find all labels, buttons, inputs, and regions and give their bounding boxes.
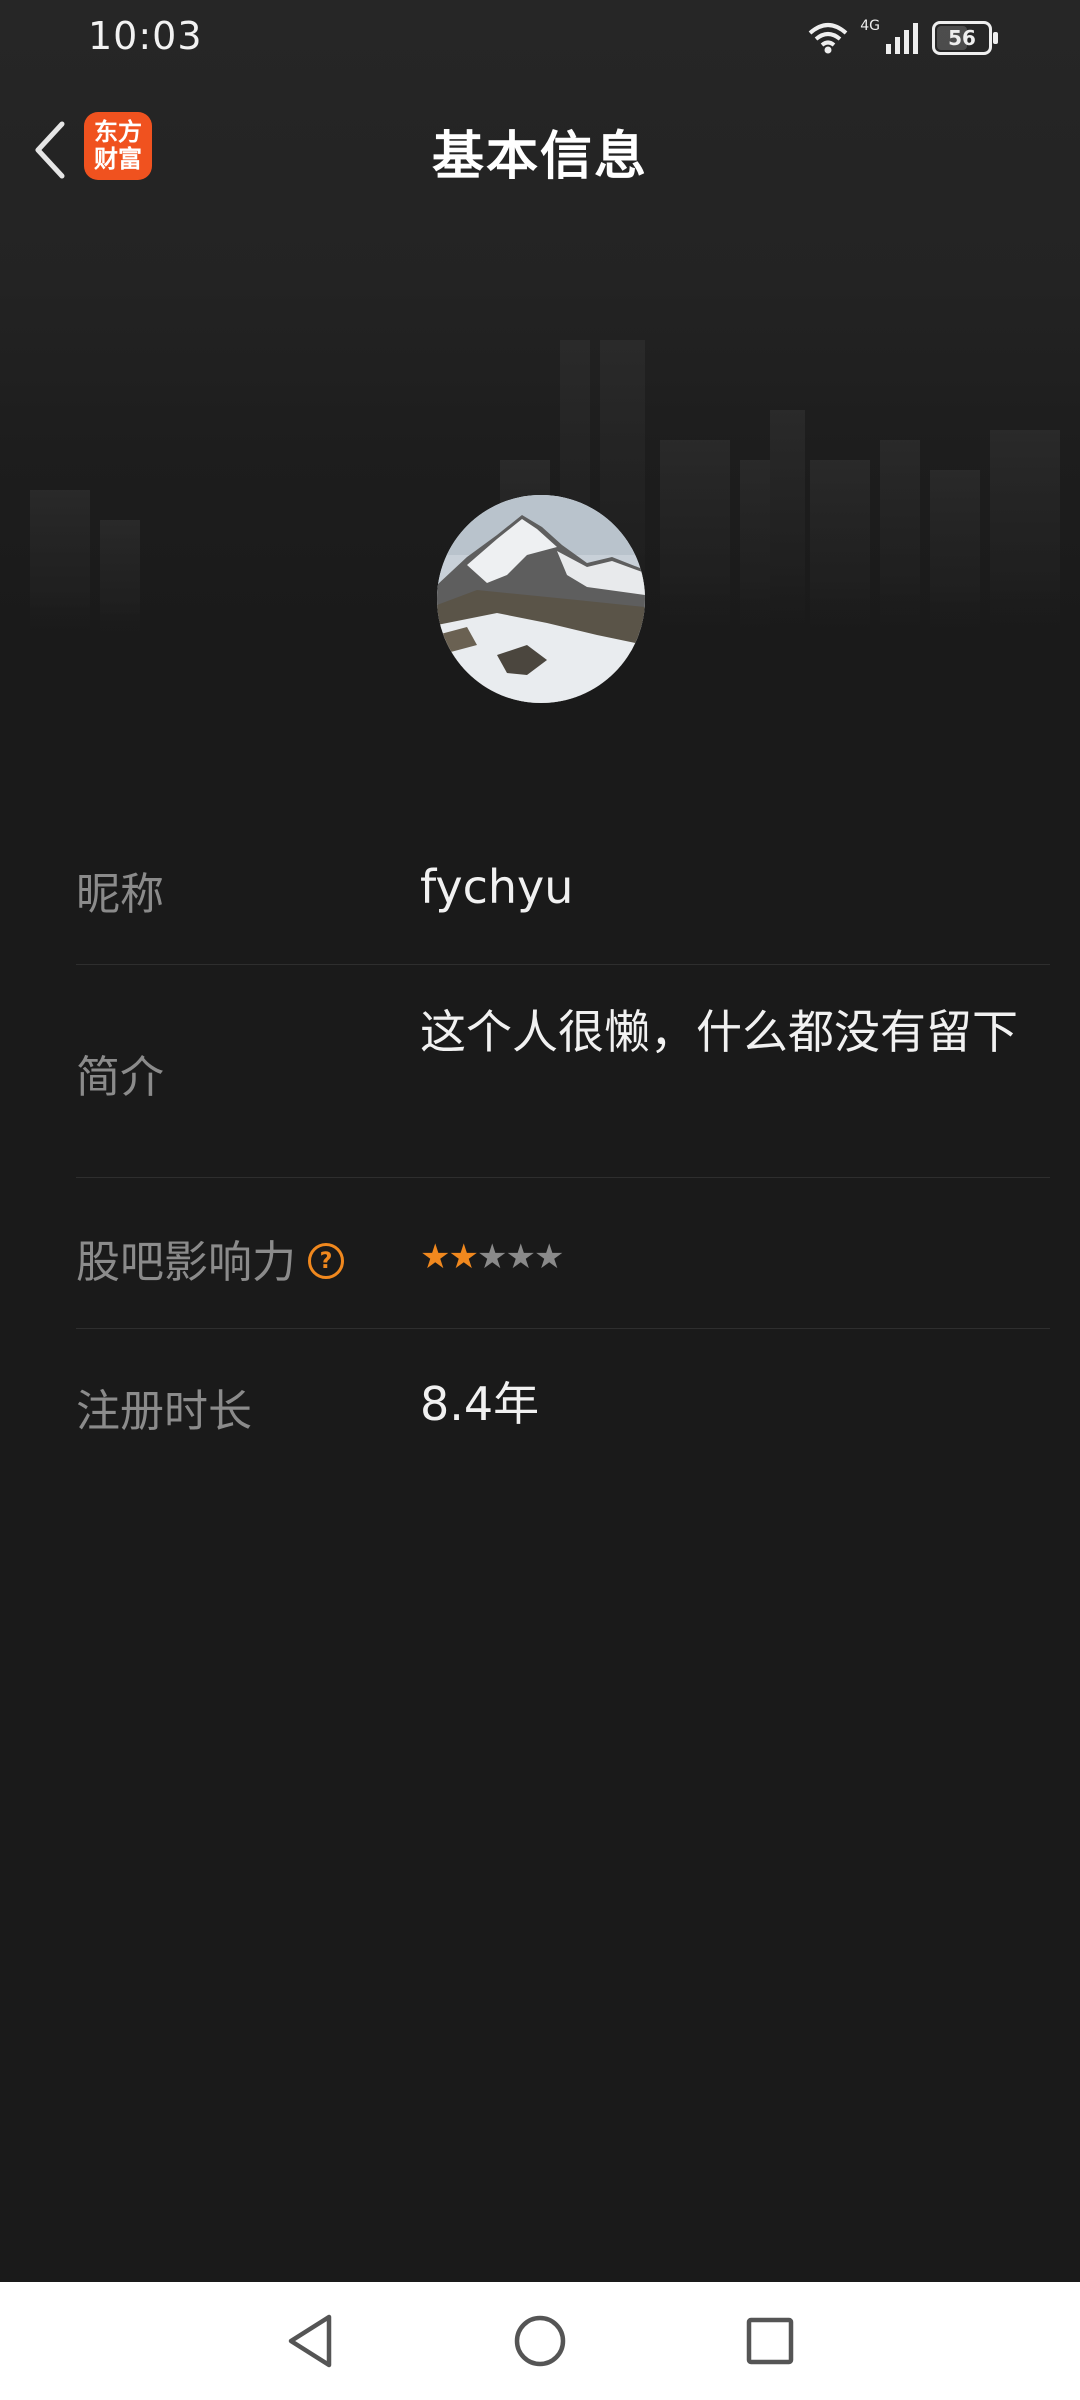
list-item-bio: 简介 这个人很懒，什么都没有留下 [76, 965, 1050, 1178]
battery-icon: 56 [932, 21, 998, 55]
profile-info-list: 昵称 fychyu 简介 这个人很懒，什么都没有留下 股吧影响力? ★★★★★ … [76, 820, 1050, 1479]
nav-back-button[interactable] [275, 2306, 345, 2376]
recents-square-icon [746, 2317, 794, 2365]
influence-label: 股吧影响力? [76, 1226, 344, 1290]
status-bar: 10:03 4G 56 [0, 0, 1080, 80]
registration-label: 注册时长 [76, 1386, 252, 1437]
page-title: 基本信息 [431, 127, 648, 187]
status-icons: 4G 56 [808, 18, 998, 58]
network-type-label: 4G [860, 18, 880, 34]
cellular-signal-icon [886, 23, 918, 54]
star-icon-empty: ★ [505, 1237, 536, 1277]
home-circle-icon [514, 2315, 566, 2367]
influence-label-text: 股吧影响力 [76, 1237, 296, 1288]
back-triangle-icon [288, 2314, 332, 2368]
registration-value: 8.4年 [420, 1377, 540, 1431]
battery-percent: 56 [948, 26, 976, 50]
avatar-image [437, 495, 645, 703]
nav-home-button[interactable] [505, 2306, 575, 2376]
nickname-label: 昵称 [76, 869, 164, 920]
list-item-nickname: 昵称 fychyu [76, 820, 1050, 965]
wifi-icon [808, 23, 848, 54]
status-time: 10:03 [88, 14, 203, 58]
top-app-bar: 东方 财富 基本信息 [0, 100, 1080, 200]
list-item-registration: 注册时长 8.4年 [76, 1329, 1050, 1479]
star-icon-filled: ★ [448, 1237, 479, 1277]
avatar[interactable] [437, 495, 645, 703]
system-navigation-bar [0, 2282, 1080, 2400]
help-icon[interactable]: ? [308, 1243, 344, 1279]
star-icon-empty: ★ [476, 1237, 508, 1277]
star-icon-empty: ★ [533, 1237, 565, 1277]
bio-value: 这个人很懒，什么都没有留下 [420, 1005, 1018, 1059]
star-icon-filled: ★ [420, 1237, 451, 1277]
bio-label: 简介 [76, 1052, 164, 1103]
nav-recents-button[interactable] [735, 2306, 805, 2376]
nickname-value: fychyu [420, 860, 574, 914]
list-item-influence: 股吧影响力? ★★★★★ [76, 1178, 1050, 1329]
influence-rating: ★★★★★ [420, 1226, 1030, 1288]
